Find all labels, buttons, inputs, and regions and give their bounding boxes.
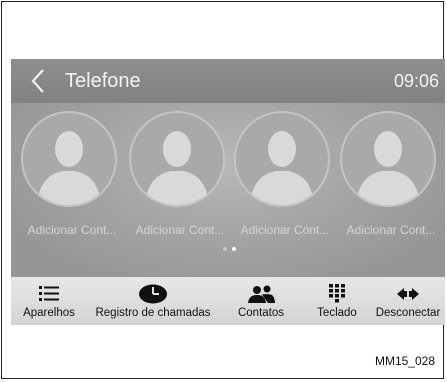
contatos-label: Contatos — [237, 307, 285, 319]
phone-screen: Telefone 09:06 Adicionar Cont... Adicion… — [11, 59, 445, 325]
contact-slot[interactable]: Adicionar Cont... — [125, 103, 233, 277]
contatos-button[interactable]: Contatos — [219, 277, 303, 325]
contact-slot[interactable]: Adicionar Cont... — [336, 103, 444, 277]
keypad-icon — [329, 283, 345, 305]
page-title: Telefone — [65, 69, 141, 92]
favorites-area: Adicionar Cont... Adicionar Cont... Adic… — [11, 103, 445, 277]
aparelhos-button[interactable]: Aparelhos — [11, 277, 87, 325]
registro-label: Registro de chamadas — [95, 307, 211, 319]
people-icon — [246, 283, 276, 305]
bottom-toolbar: Aparelhos Registro de chamadas Contatos … — [11, 277, 445, 325]
contact-label: Adicionar Cont... — [135, 223, 225, 237]
figure-frame: Telefone 09:06 Adicionar Cont... Adicion… — [1, 1, 445, 379]
chevron-left-icon[interactable] — [31, 59, 57, 103]
desconectar-button[interactable]: Desconectar — [371, 277, 445, 325]
list-icon — [39, 283, 59, 305]
desconectar-label: Desconectar — [375, 307, 441, 319]
disconnect-icon — [396, 283, 420, 305]
contact-label: Adicionar Cont... — [240, 223, 330, 237]
contact-label: Adicionar Cont... — [346, 223, 436, 237]
clock: 09:06 — [393, 71, 439, 91]
page-dot-active[interactable] — [232, 247, 236, 251]
aparelhos-label: Aparelhos — [23, 307, 75, 319]
person-silhouette-icon — [234, 111, 330, 207]
figure-caption: MM15_028 — [374, 354, 435, 368]
teclado-label: Teclado — [317, 307, 357, 319]
contact-slot[interactable]: Adicionar Cont... — [17, 103, 125, 277]
person-silhouette-icon — [21, 111, 117, 207]
contact-label: Adicionar Cont... — [27, 223, 117, 237]
page-indicator — [223, 247, 236, 255]
header-bar: Telefone 09:06 — [11, 59, 445, 103]
person-silhouette-icon — [129, 111, 225, 207]
teclado-button[interactable]: Teclado — [303, 277, 371, 325]
clock-icon — [138, 283, 168, 305]
registro-button[interactable]: Registro de chamadas — [87, 277, 219, 325]
contact-slot[interactable]: Adicionar Cont... — [230, 103, 338, 277]
page-dot[interactable] — [223, 247, 227, 251]
person-silhouette-icon — [340, 111, 436, 207]
